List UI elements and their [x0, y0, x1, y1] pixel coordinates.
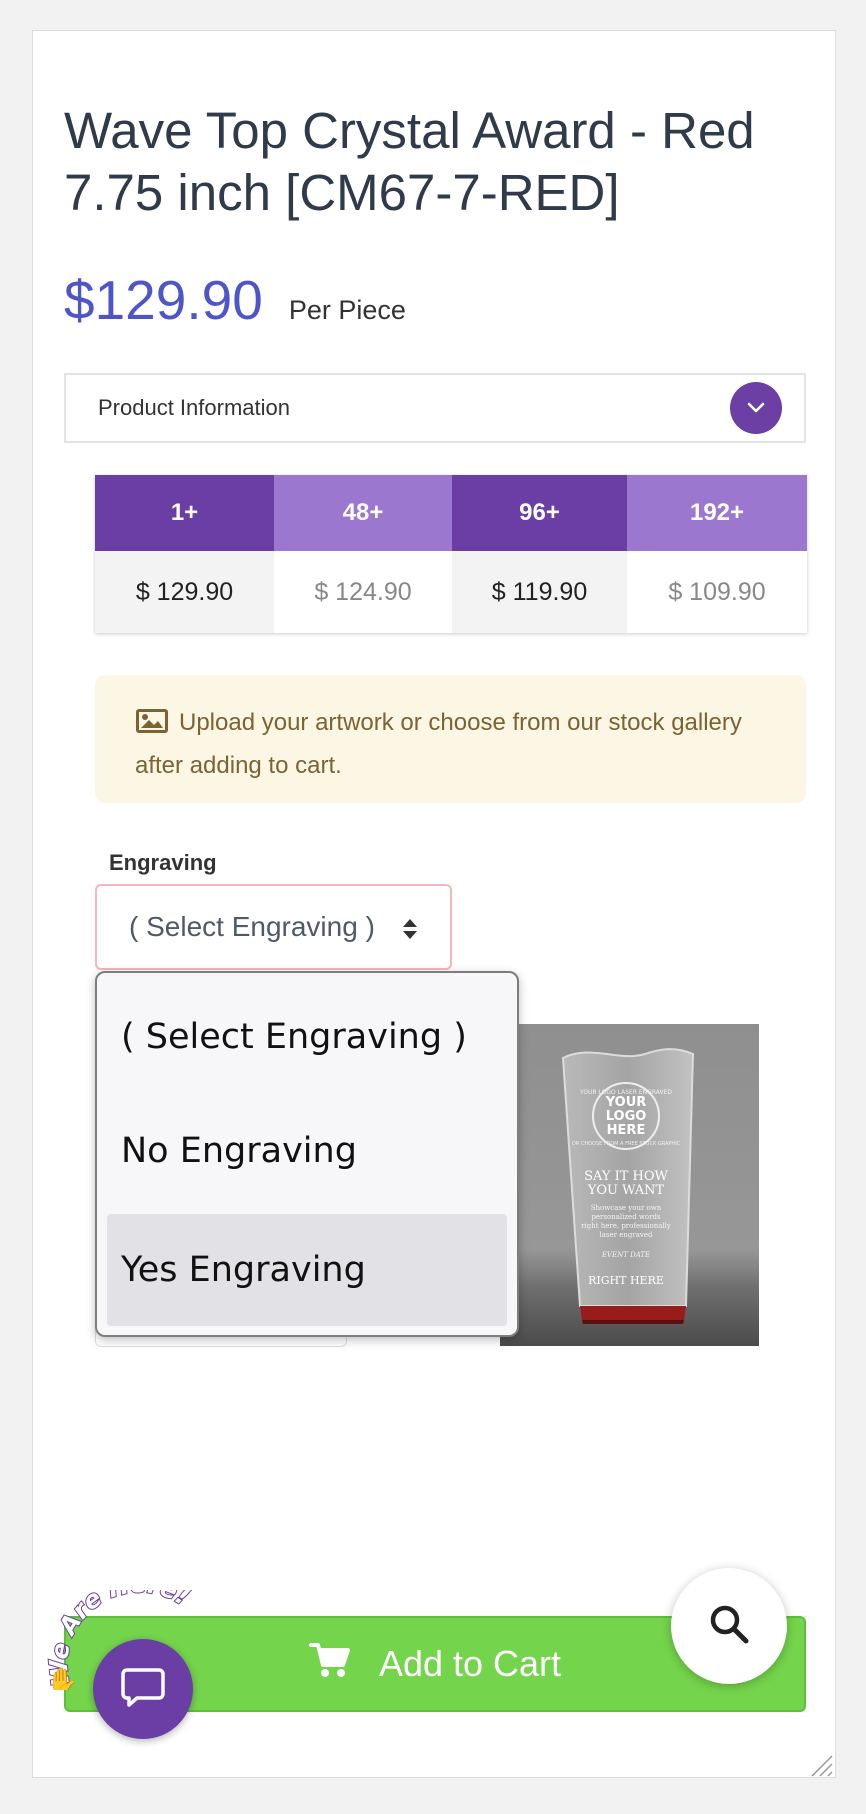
engraving-option[interactable]: ( Select Engraving ) — [107, 981, 507, 1093]
product-title: Wave Top Crystal Award - Red 7.75 inch [… — [64, 102, 755, 221]
tier-price: $ 124.90 — [274, 551, 452, 633]
tier-price: $ 129.90 — [95, 551, 274, 633]
img-body: laser engraved — [600, 1231, 653, 1239]
chat-bubble-icon — [121, 1666, 165, 1713]
product-image: YOUR LOGO LASER ENGRAVED YOUR LOGO HERE … — [500, 1024, 759, 1346]
img-body: personalized words — [591, 1213, 661, 1221]
img-body: right here, professionally — [581, 1222, 671, 1230]
resize-grip-icon[interactable] — [808, 1752, 834, 1778]
product-price: $129.90 — [64, 269, 263, 331]
search-button[interactable] — [671, 1568, 787, 1684]
accordion-label: Product Information — [98, 395, 290, 420]
tier-qty-header: 1+ — [95, 475, 274, 551]
img-logo-line: HERE — [607, 1123, 646, 1138]
add-to-cart-label: Add to Cart — [378, 1643, 562, 1684]
engraving-option[interactable]: No Engraving — [107, 1095, 507, 1207]
img-event: EVENT DATE — [601, 1251, 650, 1259]
img-logo-line: YOUR — [605, 1095, 647, 1110]
img-footer: RIGHT HERE — [588, 1274, 664, 1287]
img-headline: YOU WANT — [587, 1183, 665, 1198]
product-information-accordion[interactable]: Product Information — [64, 373, 806, 443]
img-circle-bottom: OR CHOOSE FROM A FREE STOCK GRAPHIC — [572, 1141, 681, 1147]
engraving-option[interactable]: Yes Engraving — [107, 1214, 507, 1326]
img-body: Showcase your own — [591, 1204, 662, 1212]
tier-qty-header: 96+ — [452, 475, 627, 551]
quantity-pricing-table: 1+ 48+ 96+ 192+ $ 129.90 $ 124.90 $ 119.… — [95, 475, 807, 633]
tier-qty-header: 48+ — [274, 475, 452, 551]
engraving-selected-value: ( Select Engraving ) — [129, 911, 375, 942]
cart-icon — [308, 1641, 351, 1688]
price-unit: Per Piece — [288, 295, 406, 325]
img-logo-line: LOGO — [606, 1109, 647, 1124]
img-headline: SAY IT HOW — [584, 1169, 668, 1184]
wave-icon: ✋ — [46, 1666, 78, 1690]
search-icon — [708, 1603, 750, 1650]
notice-text: Upload your artwork or choose from our s… — [135, 709, 742, 779]
engraving-dropdown-list: ( Select Engraving ) No Engraving Yes En… — [95, 971, 519, 1337]
tier-price: $ 119.90 — [452, 551, 627, 633]
tier-qty-header: 192+ — [627, 475, 807, 551]
select-arrows-icon — [402, 916, 418, 948]
price-row: $129.90 Per Piece — [64, 268, 406, 332]
chat-button[interactable] — [93, 1639, 193, 1739]
tier-price: $ 109.90 — [627, 551, 807, 633]
chevron-down-icon[interactable] — [730, 382, 782, 434]
image-icon — [135, 707, 169, 746]
artwork-upload-notice: Upload your artwork or choose from our s… — [95, 675, 806, 803]
engraving-label: Engraving — [109, 850, 217, 875]
engraving-select[interactable]: ( Select Engraving ) — [95, 884, 452, 970]
